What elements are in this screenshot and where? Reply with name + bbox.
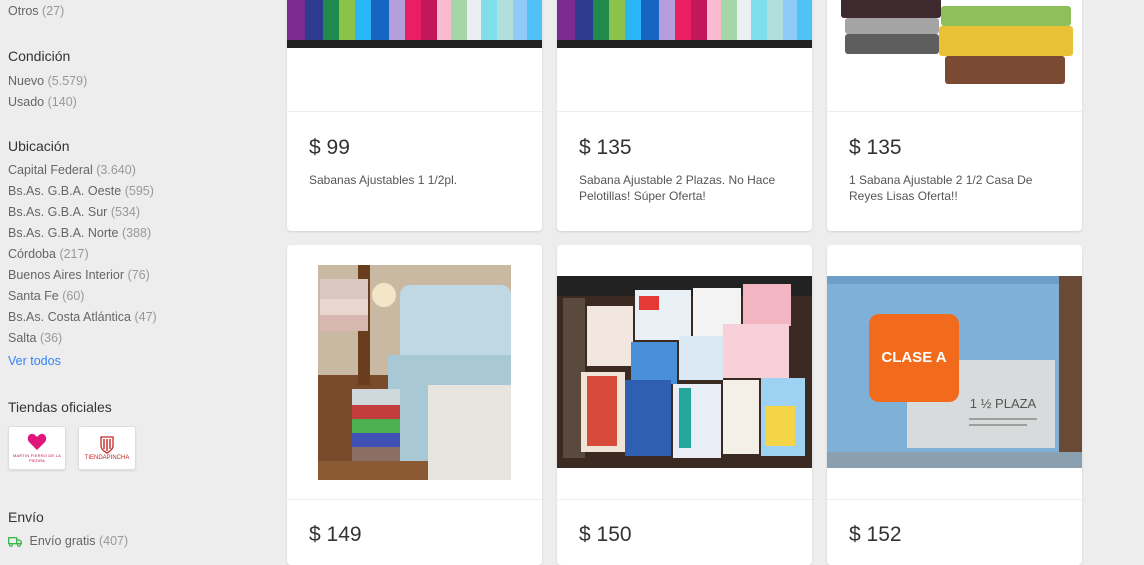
- product-card[interactable]: $ 99 Sabanas Ajustables 1 1/2pl.: [287, 0, 542, 231]
- plaza-size-text: 1 ½ PLAZA: [970, 396, 1037, 411]
- filter-count: (388): [121, 226, 152, 240]
- product-price: $ 135: [849, 136, 902, 159]
- filter-count: (407): [98, 534, 129, 548]
- filter-item-salta[interactable]: Salta (36): [8, 328, 62, 349]
- filter-label: Córdoba: [8, 247, 56, 261]
- bedroom-sheets-image: [318, 265, 511, 480]
- product-image[interactable]: CLASE A 1 ½ PLAZA: [827, 276, 1082, 468]
- filter-item-bs-as-interior[interactable]: Buenos Aires Interior (76): [8, 265, 150, 286]
- store-caption: MARTIN FIERRO DE LA PIEDRA: [13, 453, 61, 463]
- product-card[interactable]: CLASE A 1 ½ PLAZA $ 152: [827, 245, 1082, 565]
- truck-icon: [8, 536, 22, 547]
- card-divider: [287, 111, 542, 112]
- tiendapincha-logo[interactable]: TIENDAPINCHA: [78, 426, 136, 470]
- filter-label: Bs.As. Costa Atlántica: [8, 310, 131, 324]
- filter-label: Capital Federal: [8, 163, 93, 177]
- filter-count: (60): [62, 289, 85, 303]
- product-price: $ 152: [849, 523, 902, 546]
- product-price: $ 135: [579, 136, 632, 159]
- filter-item-gba-oeste[interactable]: Bs.As. G.B.A. Oeste (595): [8, 181, 154, 202]
- filter-label: Santa Fe: [8, 289, 59, 303]
- product-image[interactable]: [287, 0, 542, 48]
- filter-count: (36): [39, 331, 63, 345]
- card-divider: [827, 499, 1082, 500]
- product-title[interactable]: Sabana Ajustable 2 Plazas. No Hace Pelot…: [579, 172, 794, 204]
- filter-count: (595): [124, 184, 154, 198]
- card-divider: [827, 111, 1082, 112]
- filter-label: Usado: [8, 95, 45, 109]
- product-image[interactable]: [557, 276, 812, 468]
- condicion-heading: Condición: [8, 48, 71, 64]
- store-caption: TIENDAPINCHA: [84, 454, 130, 461]
- heart-store-logo[interactable]: MARTIN FIERRO DE LA PIEDRA: [8, 426, 66, 470]
- filter-item-capital-federal[interactable]: Capital Federal (3.640): [8, 160, 136, 181]
- clase-a-package-image: CLASE A 1 ½ PLAZA: [827, 276, 1082, 468]
- shield-icon: [100, 435, 114, 454]
- product-card[interactable]: $ 150: [557, 245, 812, 565]
- colorful-sheets-image: [287, 0, 542, 48]
- tiendas-oficiales-heading: Tiendas oficiales: [8, 399, 112, 415]
- card-divider: [287, 499, 542, 500]
- filter-count: (5.579): [47, 74, 88, 88]
- card-divider: [557, 111, 812, 112]
- filter-label: Salta: [8, 331, 37, 345]
- card-divider: [557, 499, 812, 500]
- filter-label: Bs.As. G.B.A. Oeste: [8, 184, 122, 198]
- product-image[interactable]: [318, 265, 511, 480]
- product-title[interactable]: Sabanas Ajustables 1 1/2pl.: [309, 172, 524, 188]
- product-image[interactable]: [827, 0, 1082, 90]
- filter-label: Bs.As. G.B.A. Sur: [8, 205, 108, 219]
- filter-label: Otros: [8, 4, 39, 18]
- kids-sheets-image: [557, 276, 812, 468]
- filter-item-santa-fe[interactable]: Santa Fe (60): [8, 286, 84, 307]
- filter-label: Buenos Aires Interior: [8, 268, 125, 282]
- filter-item-gba-norte[interactable]: Bs.As. G.B.A. Norte (388): [8, 223, 151, 244]
- filter-item-gba-sur[interactable]: Bs.As. G.B.A. Sur (534): [8, 202, 140, 223]
- product-price: $ 149: [309, 523, 362, 546]
- heart-icon: [27, 433, 47, 450]
- filter-label: Envío gratis: [29, 534, 96, 548]
- filter-count: (3.640): [96, 163, 136, 177]
- stacked-sheets-image: [827, 0, 1082, 90]
- product-card[interactable]: $ 135 1 Sabana Ajustable 2 1/2 Casa De R…: [827, 0, 1082, 231]
- filter-item-envio-gratis[interactable]: Envío gratis (407): [8, 531, 128, 552]
- product-price: $ 150: [579, 523, 632, 546]
- filter-item-cordoba[interactable]: Córdoba (217): [8, 244, 89, 265]
- filter-item-otros[interactable]: Otros (27): [8, 1, 64, 22]
- product-price: $ 99: [309, 136, 350, 159]
- filter-count: (76): [127, 268, 150, 282]
- clase-a-brand-text: CLASE A: [881, 349, 946, 366]
- colorful-sheets-image: [557, 0, 812, 48]
- filter-label: Nuevo: [8, 74, 45, 88]
- filter-count: (217): [59, 247, 89, 261]
- filter-count: (140): [47, 95, 77, 109]
- filter-count: (534): [110, 205, 141, 219]
- product-image[interactable]: [557, 0, 812, 48]
- filter-item-nuevo[interactable]: Nuevo (5.579): [8, 71, 87, 92]
- ubicacion-heading: Ubicación: [8, 138, 70, 154]
- product-card[interactable]: $ 135 Sabana Ajustable 2 Plazas. No Hace…: [557, 0, 812, 231]
- filter-item-usado[interactable]: Usado (140): [8, 92, 77, 113]
- product-card[interactable]: $ 149: [287, 245, 542, 565]
- product-title[interactable]: 1 Sabana Ajustable 2 1/2 Casa De Reyes L…: [849, 172, 1064, 204]
- filter-count: (27): [42, 4, 65, 18]
- envio-heading: Envío: [8, 509, 44, 525]
- ver-todos-link[interactable]: Ver todos: [8, 354, 61, 368]
- filter-item-costa-atlantica[interactable]: Bs.As. Costa Atlántica (47): [8, 307, 157, 328]
- filter-count: (47): [134, 310, 157, 324]
- filter-label: Bs.As. G.B.A. Norte: [8, 226, 119, 240]
